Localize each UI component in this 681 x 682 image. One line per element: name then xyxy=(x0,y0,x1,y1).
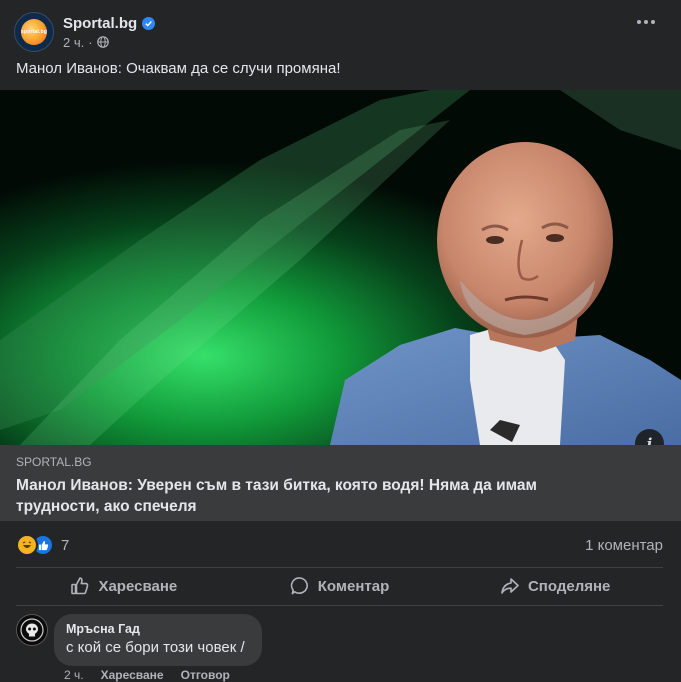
comment-count-link[interactable]: 1 коментар xyxy=(585,537,663,554)
share-icon xyxy=(501,578,519,594)
link-preview-footer[interactable]: SPORTAL.BG Манол Иванов: Уверен съм в та… xyxy=(0,445,681,521)
share-button[interactable]: Споделяне xyxy=(447,568,663,604)
post-header-text: Sportal.bg 2 ч. · xyxy=(63,15,156,50)
globe-icon xyxy=(96,36,109,48)
like-button-label: Харесване xyxy=(98,577,178,595)
more-options-icon[interactable] xyxy=(633,12,659,32)
haha-icon xyxy=(16,534,38,556)
comment-item: Мръсна Гад с кой се бори този човек / xyxy=(16,614,262,666)
share-button-label: Споделяне xyxy=(527,577,611,595)
link-domain: SPORTAL.BG xyxy=(16,455,92,469)
facebook-post: sportal.bg Sportal.bg 2 ч. · Манол Ивано… xyxy=(0,0,681,682)
page-name[interactable]: Sportal.bg xyxy=(63,15,137,32)
post-actions: Харесване Коментар Споделяне xyxy=(16,568,663,604)
logo-text: sportal.bg xyxy=(20,29,48,35)
reactions-summary[interactable]: 7 xyxy=(16,534,69,556)
comment-button[interactable]: Коментар xyxy=(232,568,448,604)
reaction-count: 7 xyxy=(61,536,70,554)
page-name-row: Sportal.bg xyxy=(63,15,156,32)
link-preview-image[interactable] xyxy=(0,90,681,445)
sportal-logo-icon: sportal.bg xyxy=(21,19,47,45)
divider xyxy=(16,605,663,606)
comment-time[interactable]: 2 ч. xyxy=(64,668,84,682)
like-button[interactable]: Харесване xyxy=(16,568,232,604)
link-title[interactable]: Манол Иванов: Уверен съм в тази битка, к… xyxy=(16,475,576,517)
post-header: sportal.bg Sportal.bg 2 ч. · xyxy=(14,10,667,54)
page-avatar[interactable]: sportal.bg xyxy=(14,12,54,52)
thumbs-up-icon xyxy=(71,577,89,595)
comment-reply-button[interactable]: Отговор xyxy=(181,668,230,682)
comment-meta: 2 ч. Харесване Отговор xyxy=(64,668,247,682)
post-caption: Манол Иванов: Очаквам да се случи промян… xyxy=(16,60,341,77)
comment-author[interactable]: Мръсна Гад xyxy=(66,622,250,636)
post-time[interactable]: 2 ч. xyxy=(63,35,84,50)
comment-text: с кой се бори този човек / xyxy=(66,639,245,656)
commenter-avatar[interactable] xyxy=(16,614,48,646)
comment-bubble: Мръсна Гад с кой се бори този човек / xyxy=(54,614,262,666)
comment-icon xyxy=(290,577,308,595)
verified-badge-icon xyxy=(142,16,156,30)
skull-icon xyxy=(20,618,44,642)
comment-like-button[interactable]: Харесване xyxy=(101,668,164,682)
meta-separator: · xyxy=(88,34,93,50)
post-meta: 2 ч. · xyxy=(63,35,155,50)
comment-button-label: Коментар xyxy=(317,577,390,595)
